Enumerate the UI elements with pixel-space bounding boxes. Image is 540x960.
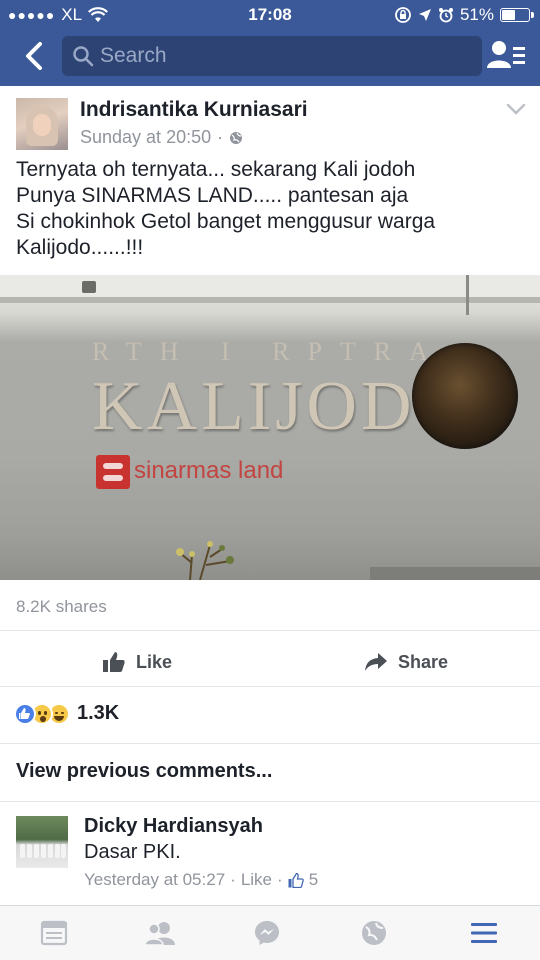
lamp-fixture xyxy=(82,281,96,293)
search-icon xyxy=(73,46,94,67)
reactions-summary[interactable]: 1.3K xyxy=(14,702,119,725)
status-bar: ●●●●● XL 17:08 51% xyxy=(0,0,540,30)
share-count[interactable]: 8.2K shares xyxy=(16,597,107,617)
thumbs-up-icon xyxy=(103,652,125,672)
view-previous-comments-link[interactable]: View previous comments... xyxy=(16,760,272,783)
bottom-tab-bar xyxy=(0,905,540,960)
tab-notifications[interactable] xyxy=(358,918,390,948)
commenter-avatar[interactable] xyxy=(16,816,68,868)
battery-percent: 51% xyxy=(459,5,494,24)
tab-friends[interactable] xyxy=(144,918,176,948)
plant xyxy=(176,541,234,580)
comment-text: Dasar PKI. xyxy=(84,841,181,863)
search-bar[interactable]: Search xyxy=(62,36,482,76)
status-right: 51% xyxy=(394,5,534,25)
meta-separator: · xyxy=(277,870,283,889)
globe-icon xyxy=(230,131,243,144)
round-window xyxy=(412,343,518,449)
author-avatar[interactable] xyxy=(16,98,68,150)
post-text: Ternyata oh ternyata... sekarang Kali jo… xyxy=(16,158,436,259)
like-reaction-icon xyxy=(14,702,36,725)
pole xyxy=(466,275,469,315)
friends-icon xyxy=(144,922,175,946)
post-meta: Sunday at 20:50 · xyxy=(80,127,243,148)
back-arrow-icon[interactable] xyxy=(18,38,52,74)
like-label: Like xyxy=(136,651,173,672)
comment-like-count: 5 xyxy=(308,870,319,889)
globe-notifications-icon xyxy=(362,921,386,945)
meta-separator: · xyxy=(230,870,236,889)
divider xyxy=(0,743,540,744)
alarm-icon xyxy=(438,8,453,23)
divider xyxy=(0,630,540,631)
reaction-count: 1.3K xyxy=(77,702,120,724)
news-feed-icon xyxy=(40,920,68,946)
sign-sinarmas-land: sinarmas land xyxy=(134,457,284,484)
comment-meta: Yesterday at 05:27 · Like · 5 xyxy=(84,870,318,890)
post-photo[interactable]: RTH I RPTRA KALIJODO sinarmas land xyxy=(0,275,540,580)
sign-rth-rptra: RTH I RPTRA xyxy=(92,337,446,366)
messenger-icon xyxy=(255,921,279,945)
divider xyxy=(0,801,540,802)
tab-messenger[interactable] xyxy=(251,918,283,948)
sinarmas-logo-icon xyxy=(96,455,130,489)
share-arrow-icon xyxy=(365,653,387,671)
post-timestamp[interactable]: Sunday at 20:50 xyxy=(80,127,211,148)
share-label: Share xyxy=(398,651,449,672)
comment-author-name[interactable]: Dicky Hardiansyah xyxy=(84,815,263,838)
tab-menu[interactable] xyxy=(468,918,500,948)
battery-icon xyxy=(500,8,534,22)
comment-like-button[interactable]: Like xyxy=(241,870,272,890)
location-arrow-icon xyxy=(418,9,431,21)
like-button[interactable]: Like xyxy=(102,640,172,684)
comment-like-thumb-icon xyxy=(288,872,304,888)
meta-separator: · xyxy=(217,127,224,147)
comment-time: Yesterday at 05:27 xyxy=(84,870,226,889)
share-button[interactable]: Share xyxy=(364,640,448,684)
post-author-name[interactable]: Indrisantika Kurniasari xyxy=(80,98,308,122)
nav-row: Search xyxy=(0,34,540,78)
post-options-chevron-icon[interactable] xyxy=(506,102,526,116)
divider xyxy=(0,686,540,687)
rotation-lock-icon xyxy=(395,7,411,23)
search-placeholder: Search xyxy=(100,44,167,67)
menu-icon xyxy=(471,923,497,943)
tab-news-feed[interactable] xyxy=(38,918,70,948)
friend-requests-icon[interactable] xyxy=(486,38,526,74)
top-bar: ●●●●● XL 17:08 51% Search xyxy=(0,0,540,86)
